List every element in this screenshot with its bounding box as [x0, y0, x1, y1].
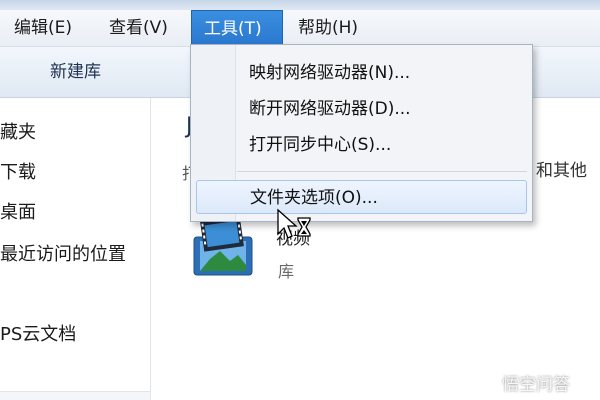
watermark-text: 悟空问答 [502, 375, 570, 395]
menu-edit[interactable]: 编辑(E) [12, 10, 74, 46]
new-library-button[interactable]: 新建库 [50, 47, 101, 97]
menu-tools[interactable]: 工具(T) [191, 10, 283, 46]
library-type: 库 [278, 262, 295, 281]
menu-item-folder-options[interactable]: 文件夹选项(O)... [196, 180, 527, 214]
busy-cursor-icon [277, 208, 311, 239]
content-subtext: 和其他 [536, 161, 587, 181]
nav-item-desktop[interactable]: 桌面 [0, 198, 36, 228]
menu-item-open-sync-center[interactable]: 打开同步中心(S)... [249, 129, 391, 161]
nav-item-favorites[interactable]: 藏夹 [0, 118, 36, 148]
menu-item-disconnect-network-drive[interactable]: 断开网络驱动器(D)... [249, 93, 411, 125]
menu-separator [237, 171, 527, 172]
nav-item-recent-places[interactable]: 最近访问的位置 [0, 240, 126, 270]
chat-bubble-icon [478, 375, 496, 395]
menu-item-map-network-drive[interactable]: 映射网络驱动器(N)... [249, 57, 410, 89]
window-top-frame [0, 0, 600, 10]
nav-pane-footer [0, 391, 150, 400]
video-library-icon[interactable] [190, 215, 258, 277]
menu-view[interactable]: 查看(V) [107, 10, 170, 46]
menu-help[interactable]: 帮助(H) [296, 10, 360, 46]
nav-item-wps-cloud[interactable]: PS云文档 [0, 320, 76, 350]
watermark: 悟空问答 [476, 370, 570, 396]
tools-dropdown-menu: 映射网络驱动器(N)... 断开网络驱动器(D)... 打开同步中心(S)...… [190, 44, 533, 222]
navigation-pane: 藏夹 下载 桌面 最近访问的位置 PS云文档 [0, 98, 151, 400]
menu-bar: 编辑(E) 查看(V) 工具(T) 帮助(H) [0, 10, 600, 47]
nav-item-downloads[interactable]: 下载 [0, 158, 36, 188]
